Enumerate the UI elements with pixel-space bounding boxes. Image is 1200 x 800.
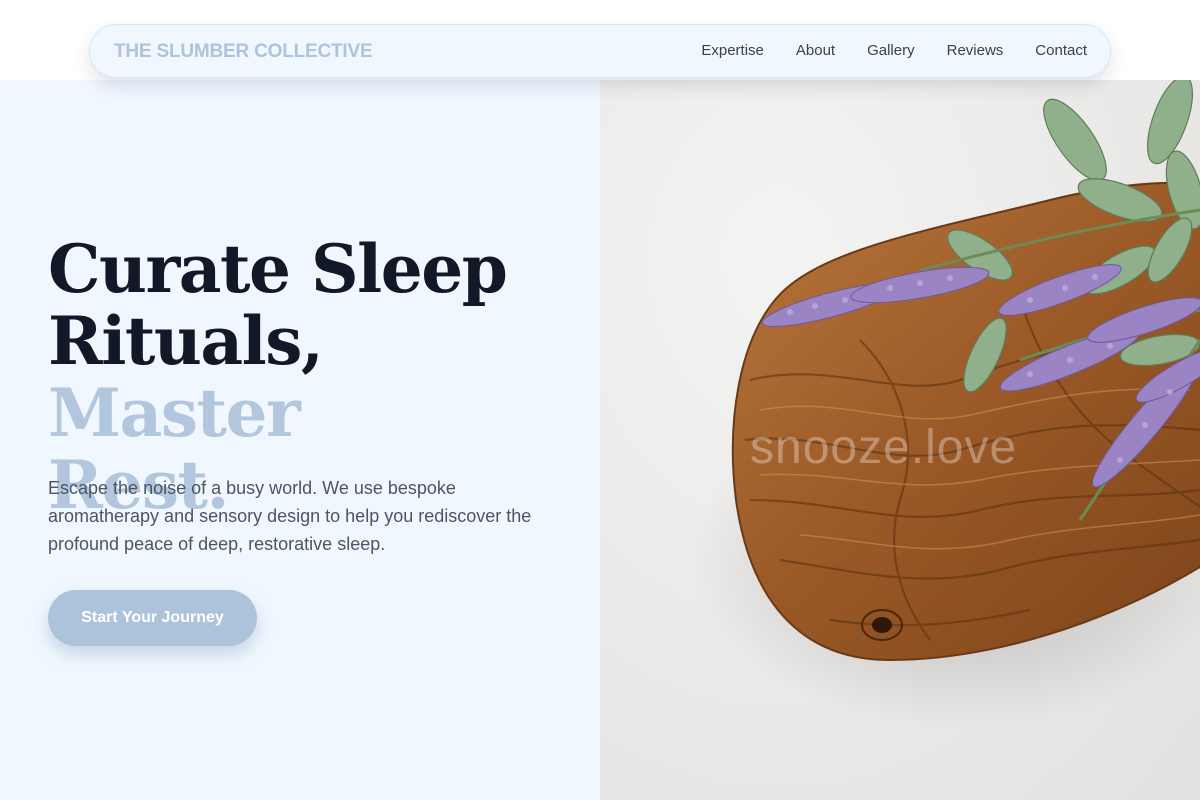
- nav-link-contact[interactable]: Contact: [1035, 42, 1087, 59]
- start-journey-button[interactable]: Start Your Journey: [48, 590, 257, 646]
- hero-title-line2-accent: Master: [48, 374, 301, 452]
- nav-link-expertise[interactable]: Expertise: [701, 42, 764, 59]
- hero-image: snooze.love: [600, 80, 1200, 800]
- hero-title-line2-dark: Rituals,: [48, 302, 324, 380]
- navbar: THE SLUMBER COLLECTIVE Expertise About G…: [89, 24, 1111, 78]
- watermark-text: snooze.love: [750, 421, 1018, 474]
- brand-logo[interactable]: THE SLUMBER COLLECTIVE: [114, 41, 373, 63]
- hero-description: Escape the noise of a busy world. We use…: [48, 478, 532, 554]
- hero-title-line1: Curate Sleep: [48, 230, 508, 308]
- nav-links: Expertise About Gallery Reviews Contact: [701, 42, 1087, 59]
- nav-link-about[interactable]: About: [796, 42, 835, 59]
- nav-link-reviews[interactable]: Reviews: [947, 42, 1004, 59]
- nav-link-gallery[interactable]: Gallery: [867, 42, 915, 59]
- page: Curate Sleep Rituals, Master Rest. Escap…: [0, 0, 1200, 800]
